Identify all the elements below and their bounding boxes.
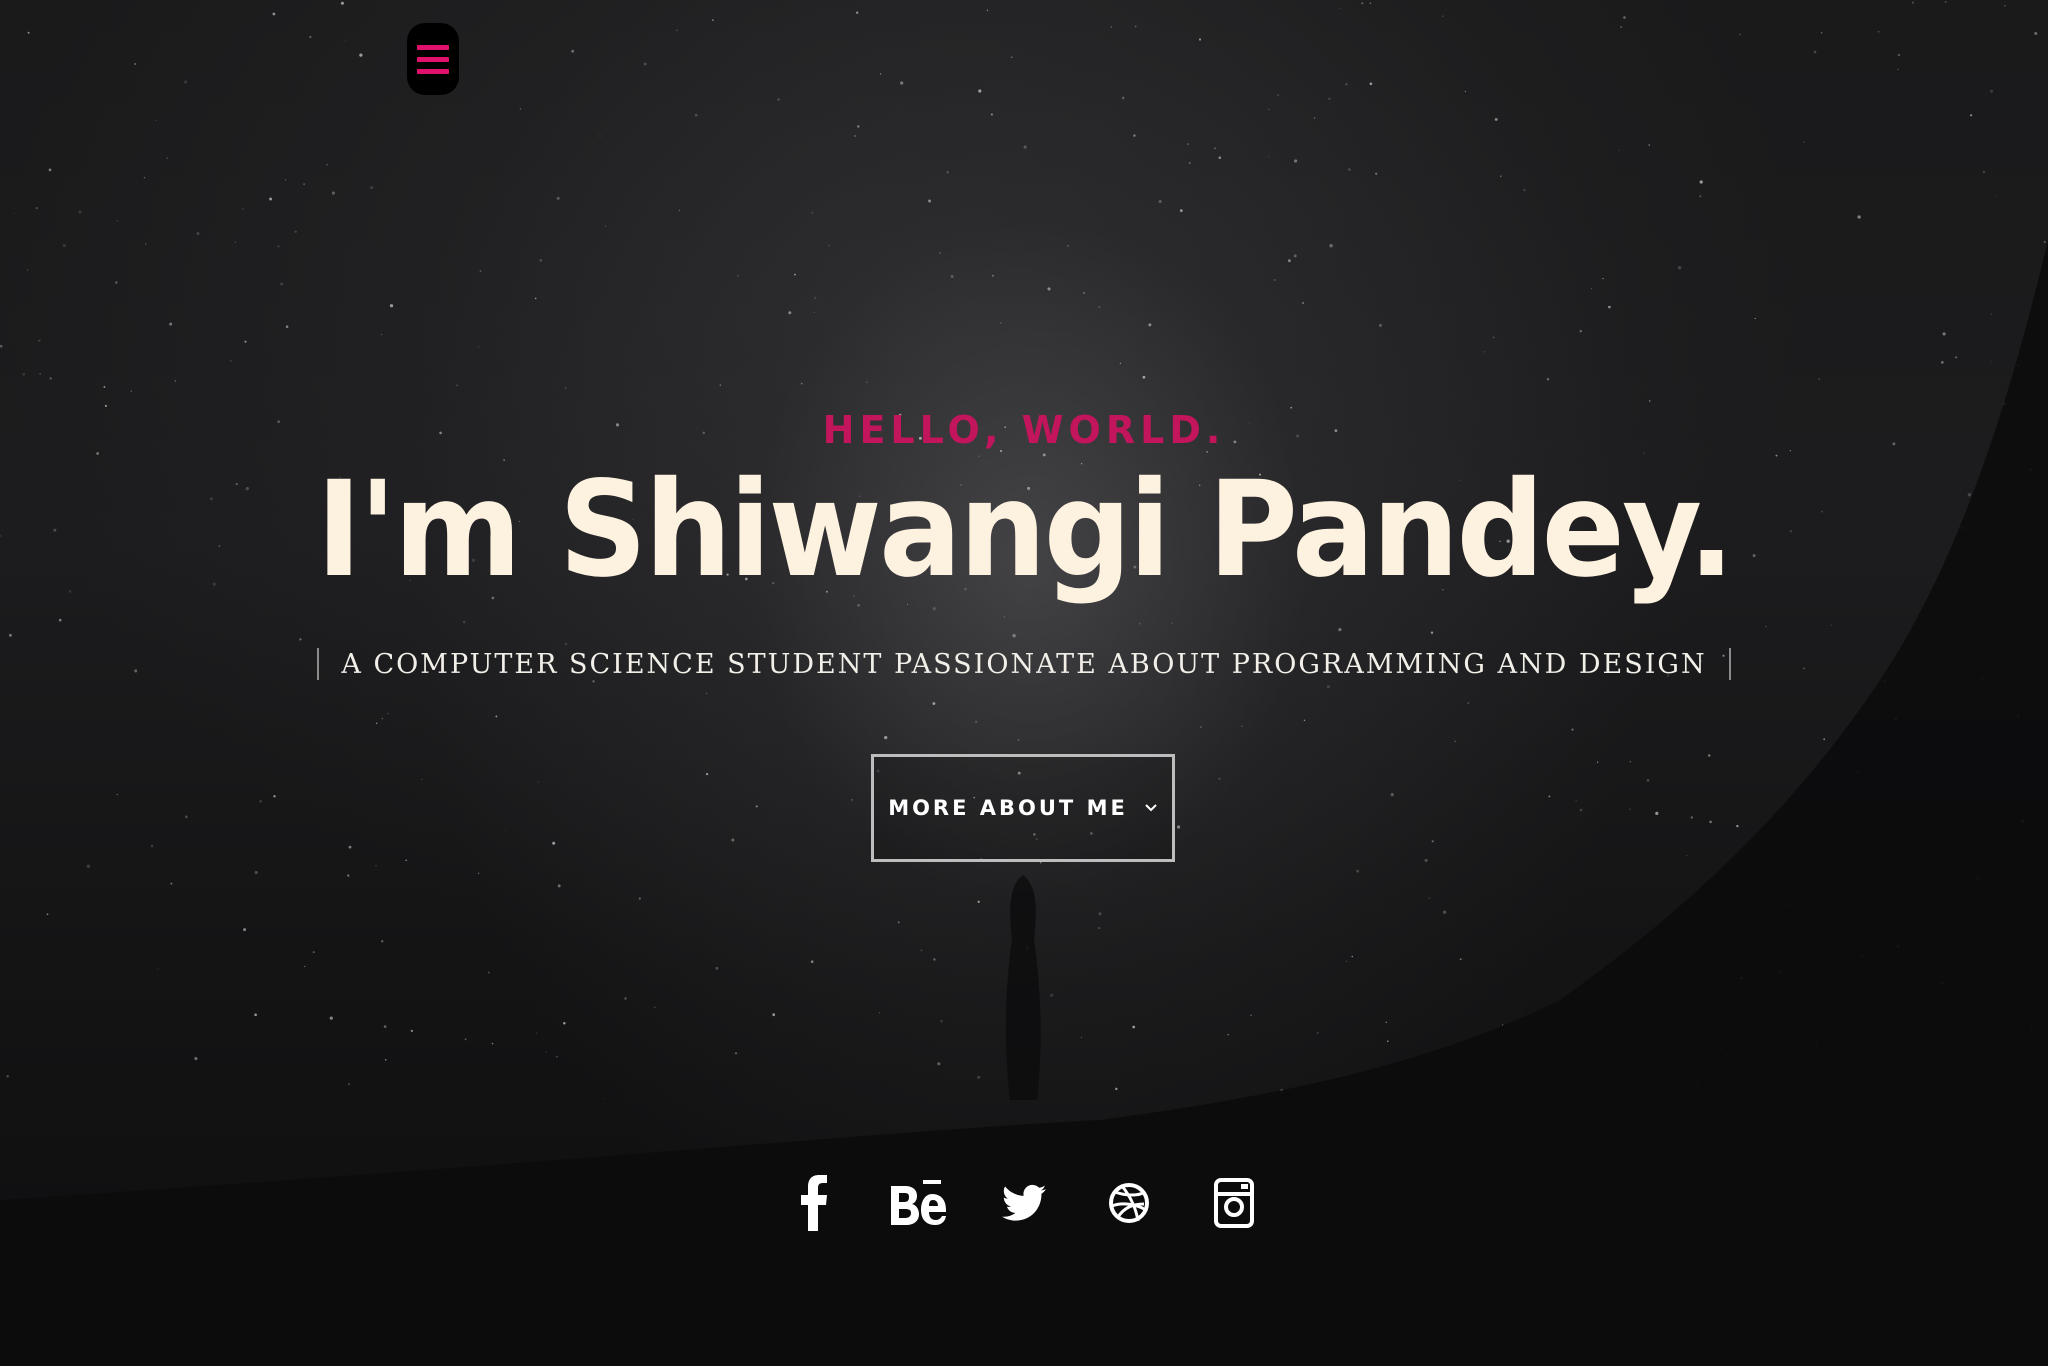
intro-position: A COMPUTER SCIENCE STUDENT PASSIONATE AB…	[0, 648, 2048, 680]
dribbble-icon	[1109, 1183, 1149, 1223]
divider-bar-left	[317, 648, 320, 680]
instagram-link[interactable]	[1182, 1170, 1287, 1236]
intro-title: I'm Shiwangi Pandey.	[316, 453, 1735, 607]
more-about-me-button[interactable]: MORE ABOUT ME	[871, 754, 1175, 862]
social-links	[0, 1170, 2048, 1236]
hamburger-icon-line	[417, 56, 449, 62]
facebook-icon	[801, 1175, 827, 1231]
dribbble-link[interactable]	[1077, 1170, 1182, 1236]
behance-icon	[891, 1180, 946, 1225]
facebook-link[interactable]	[762, 1170, 867, 1236]
intro-position-text: A COMPUTER SCIENCE STUDENT PASSIONATE AB…	[341, 648, 1707, 680]
more-about-me-label: MORE ABOUT ME	[888, 796, 1128, 820]
hill-silhouette	[0, 240, 2048, 1366]
chevron-down-icon	[1145, 804, 1157, 812]
twitter-link[interactable]	[972, 1170, 1077, 1236]
hero-section: HELLO, WORLD. I'm Shiwangi Pandey. A COM…	[0, 0, 2048, 1366]
behance-link[interactable]	[867, 1170, 972, 1236]
intro-pretitle: HELLO, WORLD.	[822, 408, 1226, 452]
twitter-icon	[1002, 1184, 1046, 1221]
hamburger-icon-line	[417, 44, 449, 50]
menu-toggle-button[interactable]	[407, 23, 459, 95]
hamburger-icon-line	[417, 68, 449, 74]
divider-bar-right	[1728, 648, 1731, 680]
instagram-icon	[1214, 1178, 1254, 1228]
